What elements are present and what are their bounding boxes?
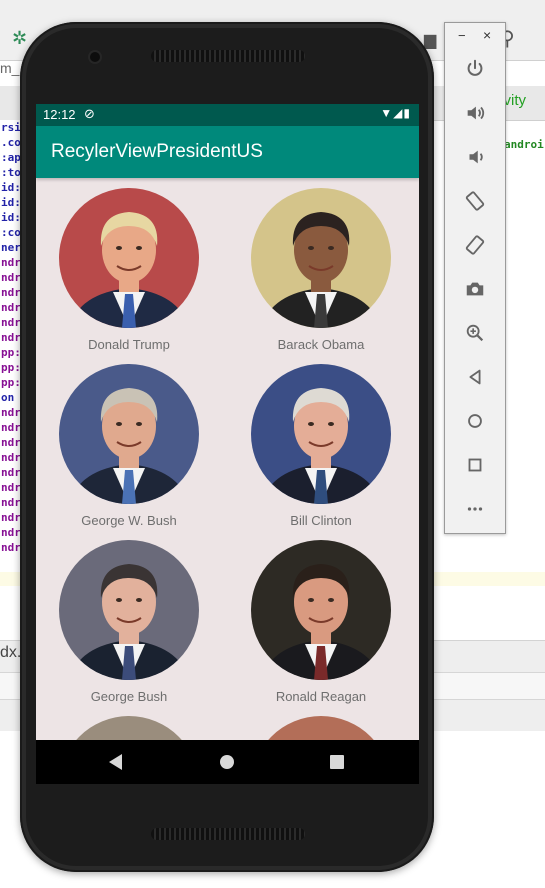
overview-icon[interactable]: [459, 449, 491, 481]
top-speaker: [151, 50, 305, 62]
home-icon[interactable]: [220, 755, 234, 769]
president-name: Donald Trump: [88, 337, 170, 352]
app-title: RecylerViewPresidentUS: [51, 141, 263, 162]
rotate-left-icon[interactable]: [459, 185, 491, 217]
president-item[interactable]: George W. Bush: [36, 354, 227, 530]
app-bar: RecylerViewPresidentUS: [36, 126, 419, 178]
rotate-right-icon[interactable]: [459, 229, 491, 261]
volume-up-icon[interactable]: [459, 97, 491, 129]
president-name: George Bush: [90, 689, 168, 704]
power-icon[interactable]: [459, 53, 491, 85]
president-item[interactable]: [36, 706, 227, 740]
recents-icon[interactable]: [330, 755, 344, 769]
debug-icon[interactable]: ✲: [12, 28, 27, 49]
status-time: 12:12: [43, 107, 76, 122]
status-bar: 12:12 ⊘ ▼◢▮: [36, 104, 419, 126]
camera-icon[interactable]: [459, 273, 491, 305]
president-item[interactable]: Bill Clinton: [228, 354, 419, 530]
president-item[interactable]: [228, 706, 419, 740]
ide-left-tab[interactable]: m_: [0, 60, 19, 76]
president-grid[interactable]: Donald Trump Barack Obama George W. Bush Bi…: [36, 178, 419, 740]
president-photo: [251, 716, 391, 740]
president-item[interactable]: George Bush: [36, 530, 227, 706]
device-screen: 12:12 ⊘ ▼◢▮ RecylerViewPresidentUS Donal…: [36, 104, 419, 784]
volume-down-icon[interactable]: [459, 141, 491, 173]
status-icons: ▼◢▮: [380, 106, 411, 120]
president-photo: [59, 188, 199, 328]
president-name: George W. Bush: [81, 513, 177, 528]
battery-icon: ▮: [403, 106, 411, 120]
back-icon[interactable]: [459, 361, 491, 393]
president-name: Barack Obama: [277, 337, 365, 352]
emulator-window-controls: − ×: [445, 23, 505, 49]
president-photo: [59, 716, 199, 740]
folder-icon[interactable]: ▆: [424, 30, 436, 50]
more-icon[interactable]: [459, 493, 491, 525]
back-icon[interactable]: [109, 754, 122, 770]
president-name: Bill Clinton: [290, 513, 352, 528]
device-frame: 12:12 ⊘ ▼◢▮ RecylerViewPresidentUS Donal…: [20, 22, 434, 872]
president-photo: [251, 364, 391, 504]
minimize-button[interactable]: −: [458, 28, 466, 43]
ide-bottom-tab[interactable]: dx.: [0, 644, 21, 662]
sync-disabled-icon: ⊘: [84, 106, 95, 121]
zoom-icon[interactable]: [459, 317, 491, 349]
front-camera: [90, 52, 100, 62]
navigation-bar: [36, 740, 419, 784]
president-photo: [251, 188, 391, 328]
bottom-speaker: [151, 828, 305, 840]
close-button[interactable]: ×: [483, 27, 491, 43]
president-photo: [59, 540, 199, 680]
president-photo: [59, 364, 199, 504]
signal-icon: ◢: [393, 106, 404, 120]
president-item[interactable]: Ronald Reagan: [228, 530, 419, 706]
president-photo: [251, 540, 391, 680]
president-item[interactable]: Donald Trump: [36, 178, 227, 354]
wifi-icon: ▼: [380, 106, 394, 120]
home-icon[interactable]: [459, 405, 491, 437]
ide-code-snippet: androi: [504, 138, 544, 151]
emulator-toolbar: − ×: [444, 22, 506, 534]
president-item[interactable]: Barack Obama: [228, 178, 419, 354]
president-name: Ronald Reagan: [275, 689, 367, 704]
